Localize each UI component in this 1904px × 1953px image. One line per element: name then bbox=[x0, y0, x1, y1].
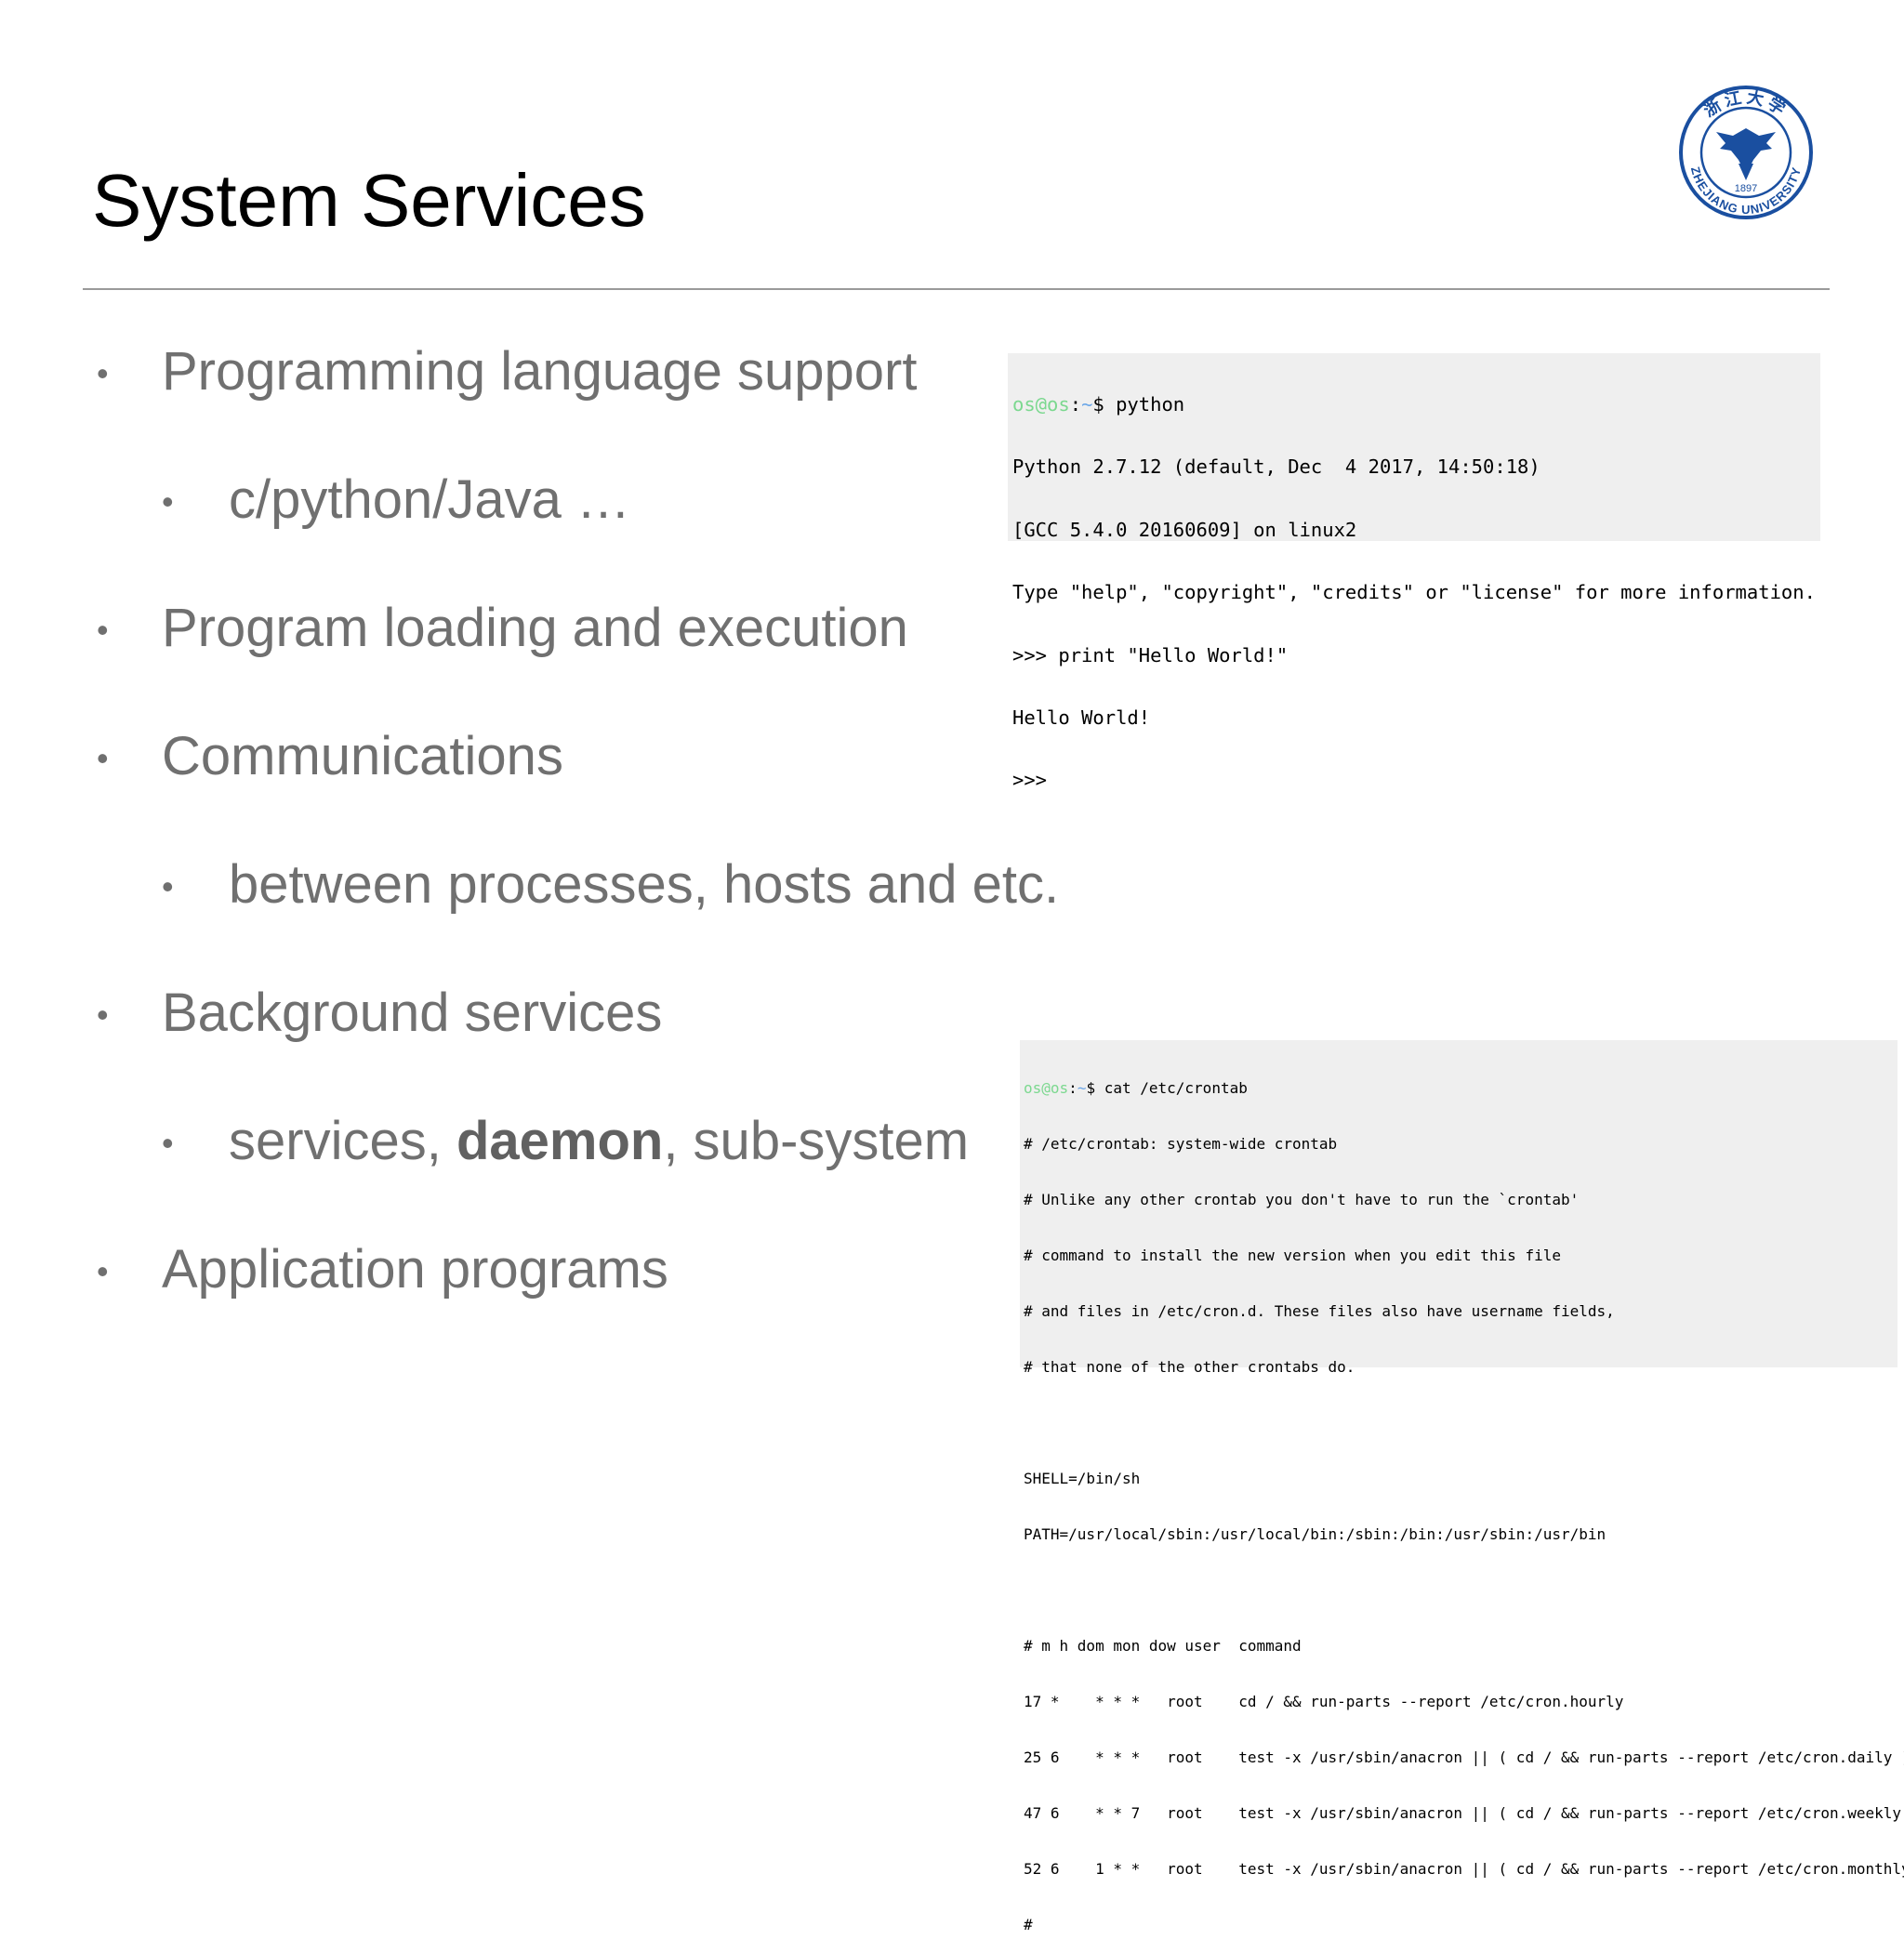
terminal-output-line: Type "help", "copyright", "credits" or "… bbox=[1012, 581, 1816, 604]
prompt-sep: : bbox=[1069, 393, 1082, 416]
terminal-output-line: [GCC 5.4.0 20160609] on linux2 bbox=[1012, 518, 1357, 541]
terminal-prompt-line: os@os:~$ cat /etc/crontab bbox=[1020, 1075, 1897, 1099]
prompt-path: ~ bbox=[1077, 1079, 1087, 1097]
prompt-user: os@os bbox=[1012, 393, 1070, 416]
bullet-text-bold: daemon bbox=[456, 1111, 664, 1171]
bullet-dot-icon: • bbox=[97, 739, 109, 777]
terminal-env-line: PATH=/usr/local/sbin:/usr/local/bin:/sbi… bbox=[1024, 1525, 1606, 1543]
bullet-item: • Program loading and execution bbox=[97, 596, 908, 661]
bullet-item: • Communications bbox=[97, 724, 563, 789]
svg-text:浙江大学: 浙江大学 bbox=[1699, 86, 1792, 121]
terminal-table-line: 52 6 1 * * root test -x /usr/sbin/anacro… bbox=[1024, 1860, 1904, 1878]
bullet-text-before: services, bbox=[229, 1111, 456, 1171]
bullet-text-after: , sub-system bbox=[663, 1111, 970, 1171]
title-divider bbox=[83, 288, 1830, 290]
terminal-comment-line: # /etc/crontab: system-wide crontab bbox=[1024, 1135, 1338, 1153]
bullet-item: • Background services bbox=[97, 981, 663, 1046]
bullet-text: c/python/Java … bbox=[229, 469, 630, 530]
terminal-output-line: >>> bbox=[1012, 769, 1048, 792]
zhejiang-university-logo: 1897 ZHEJIANG UNIVERSITY 浙江大学 bbox=[1679, 86, 1813, 219]
bullet-text: Application programs bbox=[162, 1239, 668, 1300]
bullet-dot-icon: • bbox=[162, 1124, 174, 1162]
bullet-dot-icon: • bbox=[162, 482, 174, 521]
prompt-path: ~ bbox=[1081, 393, 1093, 416]
prompt-user: os@os bbox=[1024, 1079, 1069, 1097]
bullet-item: • Programming language support bbox=[97, 339, 918, 404]
terminal-comment-line: # command to install the new version whe… bbox=[1024, 1247, 1561, 1264]
bullet-text: Program loading and execution bbox=[162, 598, 908, 658]
terminal-output-line: Hello World! bbox=[1012, 706, 1151, 730]
terminal-comment-line: # that none of the other crontabs do. bbox=[1024, 1358, 1355, 1376]
bullet-dot-icon: • bbox=[97, 354, 109, 392]
bullet-dot-icon: • bbox=[97, 1252, 109, 1290]
slide-title: System Services bbox=[92, 159, 646, 242]
terminal-prompt-line: os@os:~$ python bbox=[1008, 389, 1820, 418]
bullet-text: Communications bbox=[162, 726, 563, 786]
sub-bullet-item: • services, daemon, sub-system bbox=[162, 1109, 970, 1174]
terminal-table-line: 25 6 * * * root test -x /usr/sbin/anacro… bbox=[1024, 1748, 1904, 1766]
terminal-output-line: >>> print "Hello World!" bbox=[1012, 643, 1289, 666]
bullet-text: Background services bbox=[162, 983, 663, 1043]
terminal-table-line: 17 * * * * root cd / && run-parts --repo… bbox=[1024, 1693, 1624, 1710]
terminal-table-line: # m h dom mon dow user command bbox=[1024, 1637, 1302, 1655]
terminal-comment-line: # and files in /etc/cron.d. These files … bbox=[1024, 1302, 1615, 1320]
bullet-item: • Application programs bbox=[97, 1237, 668, 1302]
prompt-command: $ python bbox=[1092, 393, 1185, 416]
crontab-terminal-screenshot: os@os:~$ cat /etc/crontab # /etc/crontab… bbox=[1020, 1040, 1904, 1933]
terminal-table-line: # bbox=[1024, 1916, 1033, 1933]
sub-bullet-item: • between processes, hosts and etc. bbox=[162, 852, 1060, 917]
prompt-command: $ cat /etc/crontab bbox=[1086, 1079, 1248, 1097]
terminal-table-line: 47 6 * * 7 root test -x /usr/sbin/anacro… bbox=[1024, 1804, 1904, 1822]
terminal-comment-line: # Unlike any other crontab you don't hav… bbox=[1024, 1191, 1580, 1208]
prompt-sep: : bbox=[1068, 1079, 1078, 1097]
sub-bullet-item: • c/python/Java … bbox=[162, 468, 630, 533]
bullet-dot-icon: • bbox=[97, 611, 109, 649]
bullet-text: Programming language support bbox=[162, 341, 918, 402]
logo-chinese-name: 浙江大学 bbox=[1699, 86, 1788, 121]
terminal-env-line: SHELL=/bin/sh bbox=[1024, 1470, 1141, 1487]
bullet-text: between processes, hosts and etc. bbox=[229, 854, 1060, 915]
bullet-dot-icon: • bbox=[97, 996, 109, 1034]
terminal-output-line: Python 2.7.12 (default, Dec 4 2017, 14:5… bbox=[1012, 455, 1540, 479]
bullet-dot-icon: • bbox=[162, 867, 174, 905]
python-terminal-screenshot: os@os:~$ python Python 2.7.12 (default, … bbox=[1008, 353, 1820, 791]
logo-year: 1897 bbox=[1735, 183, 1757, 194]
